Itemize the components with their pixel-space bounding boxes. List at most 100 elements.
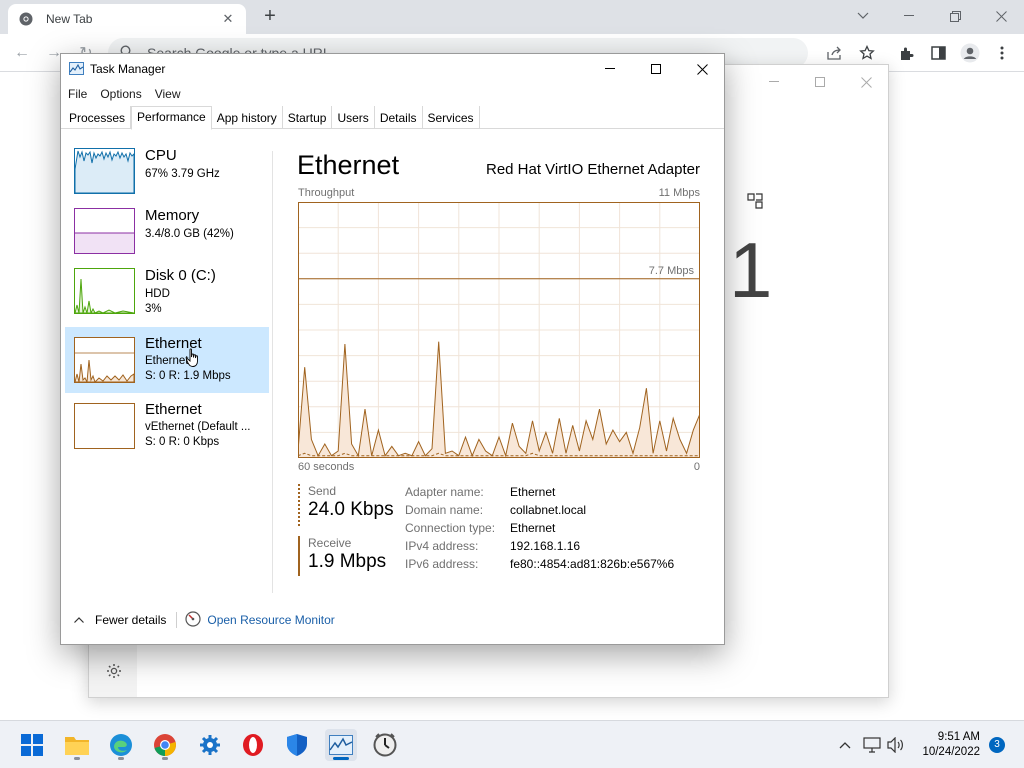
taskbar-clock[interactable]: 9:51 AM 10/24/2022 [922,730,980,760]
perf-item-detail-2: 3% [145,303,162,315]
perf-item-detail: 67% 3.79 GHz [145,168,220,180]
perf-item-ethernet-selected[interactable]: Ethernet Ethernet S: 0 R: 1.9 Mbps [65,327,269,393]
extensions-icon[interactable] [896,43,916,63]
minimize-button[interactable] [587,54,633,84]
defender-icon [287,734,307,756]
adapter-details: Adapter name: Ethernet Domain name: collab… [405,485,674,575]
menu-bar: File Options View [61,84,187,104]
perf-item-cpu[interactable]: CPU 67% 3.79 GHz [65,142,269,208]
adapter-description: Red Hat VirtIO Ethernet Adapter [485,161,700,178]
menu-options[interactable]: Options [93,84,147,104]
hand-cursor-icon [186,348,198,367]
tab-details[interactable]: Details [375,106,423,129]
new-tab-button[interactable]: + [260,6,280,26]
running-indicator [74,757,80,760]
browser-close-button[interactable] [978,0,1024,32]
detail-row: Domain name: collabnet.local [405,503,674,521]
snap-layout-icon[interactable] [747,193,763,209]
perf-item-vethernet[interactable]: Ethernet vEthernet (Default ... S: 0 R: … [65,393,269,459]
clock-date: 10/24/2022 [922,746,980,758]
background-minimize-button[interactable] [751,71,797,93]
back-icon[interactable]: ← [12,43,32,63]
browser-menu-icon[interactable] [992,43,1012,63]
maximize-button[interactable] [633,54,679,84]
fewer-details-button[interactable]: Fewer details [73,613,166,627]
perf-item-detail: Ethernet [145,355,189,367]
browser-tab-title: New Tab [46,12,93,26]
receive-stat: Receive 1.9 Mbps [298,536,386,576]
file-explorer-icon [65,737,89,755]
send-stat: Send 24.0 Kbps [298,484,394,526]
pane-divider [272,151,273,593]
receive-value: 1.9 Mbps [308,551,387,572]
perf-item-detail: vEthernet (Default ... [145,421,251,433]
taskbar-file-explorer[interactable] [61,729,93,761]
detail-key: Connection type: [405,521,496,535]
taskbar-opera[interactable] [237,729,269,761]
perf-item-disk[interactable]: Disk 0 (C:) HDD 3% [65,262,269,328]
bookmark-star-icon[interactable] [857,43,877,63]
taskbar: 9:51 AM 10/24/2022 3 [0,720,1024,768]
task-manager-titlebar[interactable]: Task Manager [61,54,724,84]
taskbar-chrome[interactable] [149,729,181,761]
browser-minimize-button[interactable] [886,0,932,32]
notification-badge[interactable]: 3 [989,737,1005,753]
background-close-button[interactable] [843,71,889,93]
disk-thumbnail [74,268,135,314]
start-button[interactable] [16,729,48,761]
taskbar-clock-app[interactable] [369,729,401,761]
tab-processes[interactable]: Processes [64,106,132,129]
tab-performance[interactable]: Performance [131,106,212,130]
ethernet-thumbnail [74,337,135,383]
fewer-details-label: Fewer details [95,613,167,627]
taskbar-defender[interactable] [281,729,313,761]
open-resource-monitor-link[interactable]: Open Resource Monitor [185,610,335,630]
detail-row: IPv4 address: 192.168.1.16 [405,539,674,557]
perf-item-name: Disk 0 (C:) [145,267,216,284]
network-icon[interactable] [862,735,882,755]
detail-value: 192.168.1.16 [510,539,581,553]
taskbar-edge[interactable] [105,729,137,761]
close-button[interactable] [679,54,725,84]
menu-view[interactable]: View [148,84,187,104]
taskbar-task-manager[interactable] [325,729,357,761]
detail-key: Adapter name: [405,485,484,499]
chrome-favicon-icon [18,11,34,27]
side-panel-icon[interactable] [928,43,948,63]
perf-item-detail: HDD [145,288,170,300]
graph-reference-label: 7.7 Mbps [649,265,695,277]
browser-restore-button[interactable] [932,0,978,32]
detail-key: Domain name: [405,503,484,517]
tab-startup[interactable]: Startup [283,106,333,129]
detail-value: Ethernet [510,521,556,535]
tab-users[interactable]: Users [332,106,375,129]
close-tab-icon[interactable]: ✕ [220,11,236,27]
perf-item-memory[interactable]: Memory 3.4/8.0 GB (42%) [65,202,269,268]
show-hidden-icons-chevron-icon[interactable] [835,735,855,755]
start-icon [21,734,43,756]
detail-value: collabnet.local [510,503,587,517]
settings-gear-icon[interactable] [106,663,122,679]
tab-services[interactable]: Services [423,106,480,129]
profile-avatar-icon[interactable] [960,43,980,63]
browser-tab[interactable]: New Tab ✕ [8,4,246,34]
taskbar-network-app[interactable] [194,729,226,761]
task-manager-icon [329,735,353,755]
task-manager-app-icon [69,62,84,75]
open-resource-monitor-label: Open Resource Monitor [207,613,335,627]
background-maximize-button[interactable] [797,71,843,93]
menu-file[interactable]: File [61,84,93,104]
detail-row: IPv6 address: fe80::4854:ad81:826b:e567%6 [405,557,674,575]
tab-search-icon[interactable] [840,0,886,32]
running-indicator [118,757,124,760]
browser-tab-strip: New Tab ✕ + [0,0,1024,34]
tab-app-history[interactable]: App history [212,106,283,129]
detail-value: Ethernet [510,485,556,499]
volume-icon[interactable] [886,735,906,755]
chevron-up-icon [73,617,85,623]
running-indicator [333,757,349,760]
edge-icon [110,734,132,756]
share-icon[interactable] [825,43,845,63]
task-manager-window: Task Manager File Options View Processes… [60,53,725,645]
detail-key: IPv6 address: [405,557,479,571]
